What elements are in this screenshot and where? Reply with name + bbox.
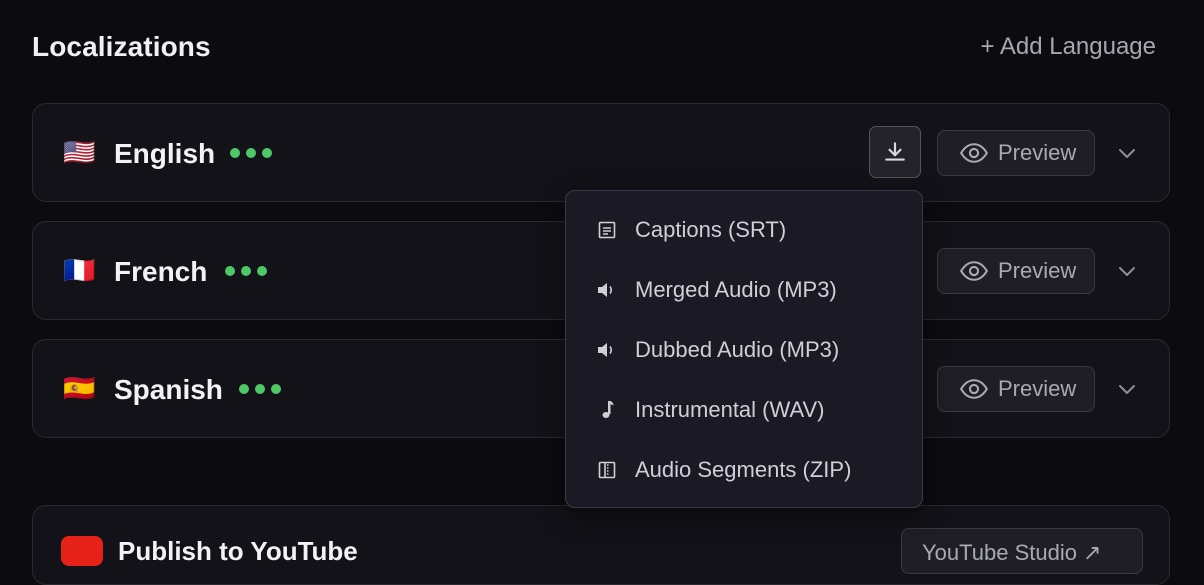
download-menu: Captions (SRT) Merged Audio (MP3) Dubbed… <box>565 190 923 508</box>
menu-item-instrumental[interactable]: Instrumental (WAV) <box>566 388 922 432</box>
menu-item-label: Dubbed Audio (MP3) <box>635 337 840 362</box>
menu-item-merged-audio[interactable]: Merged Audio (MP3) <box>566 268 922 312</box>
publish-youtube-card: Publish to YouTube YouTube Studio ↗ <box>32 505 1170 585</box>
music-note-icon <box>594 397 620 423</box>
archive-icon <box>594 457 620 483</box>
menu-item-audio-segments[interactable]: Audio Segments (ZIP) <box>566 448 922 492</box>
preview-label: Preview <box>998 140 1077 165</box>
preview-button[interactable]: Preview <box>937 130 1095 176</box>
status-dots <box>225 266 267 276</box>
youtube-studio-button[interactable]: YouTube Studio ↗ <box>901 528 1143 574</box>
menu-item-label: Captions (SRT) <box>635 217 787 242</box>
speaker-icon <box>594 277 620 303</box>
chevron-down-icon[interactable] <box>1115 377 1139 401</box>
eye-icon <box>960 261 988 281</box>
publish-title: Publish to YouTube <box>118 536 358 566</box>
speaker-icon <box>594 337 620 363</box>
download-button[interactable] <box>869 126 921 178</box>
page-title: Localizations <box>32 31 211 62</box>
chevron-down-icon[interactable] <box>1115 141 1139 165</box>
language-card-english: 🇺🇸 English Preview <box>32 103 1170 202</box>
language-name: Spanish <box>114 374 223 405</box>
download-icon <box>885 142 905 161</box>
eye-icon <box>960 143 988 163</box>
status-dots <box>230 148 272 158</box>
preview-label: Preview <box>998 258 1077 283</box>
chevron-down-icon[interactable] <box>1115 259 1139 283</box>
language-name: French <box>114 256 208 287</box>
menu-item-dubbed-audio[interactable]: Dubbed Audio (MP3) <box>566 328 922 372</box>
eye-icon <box>960 379 988 399</box>
captions-icon <box>594 217 620 243</box>
preview-button[interactable]: Preview <box>937 248 1095 294</box>
flag-es-icon: 🇪🇸 <box>63 373 96 403</box>
youtube-logo-icon <box>61 536 103 566</box>
status-dots <box>239 384 281 394</box>
language-name: English <box>114 138 216 169</box>
menu-item-label: Merged Audio (MP3) <box>635 277 837 302</box>
menu-item-label: Audio Segments (ZIP) <box>635 457 852 482</box>
add-language-button[interactable]: + Add Language <box>980 33 1156 61</box>
preview-button[interactable]: Preview <box>937 366 1095 412</box>
flag-fr-icon: 🇫🇷 <box>63 255 96 285</box>
menu-item-captions[interactable]: Captions (SRT) <box>566 208 922 252</box>
preview-label: Preview <box>998 376 1077 401</box>
menu-item-label: Instrumental (WAV) <box>635 397 825 422</box>
flag-us-icon: 🇺🇸 <box>63 137 96 167</box>
